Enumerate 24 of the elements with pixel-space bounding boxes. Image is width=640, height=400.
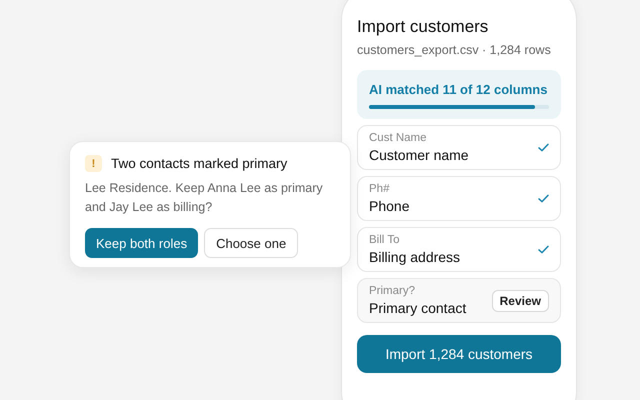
check-icon [538, 194, 549, 203]
review-button[interactable]: Review [492, 290, 549, 312]
choose-one-button[interactable]: Choose one [204, 228, 298, 258]
target-field: Primary contact [369, 300, 466, 316]
panel-title: Import customers [357, 17, 490, 37]
source-column: Bill To [369, 234, 460, 246]
target-field: Billing address [369, 249, 460, 265]
alert-title: Two contacts marked primary [111, 156, 288, 171]
source-column: Primary? [369, 285, 466, 297]
file-info: customers_export.csv · 1,284 rows [357, 43, 552, 57]
match-label: AI matched 11 of 12 columns [369, 82, 548, 97]
source-column: Cust Name [369, 132, 469, 144]
keep-both-button[interactable]: Keep both roles [85, 228, 198, 258]
mapping-row[interactable]: Cust Name Customer name [357, 125, 561, 170]
check-icon [538, 143, 549, 152]
warning-icon: ! [85, 155, 102, 172]
alert-message: Lee Residence. Keep Anna Lee as primary and Jay Lee as billing? [85, 180, 324, 216]
mapping-row[interactable]: Bill To Billing address [357, 227, 561, 272]
import-button[interactable]: Import 1,284 customers [357, 335, 561, 373]
check-icon [538, 245, 549, 254]
target-field: Customer name [369, 147, 469, 163]
source-column: Ph# [369, 183, 410, 195]
target-field: Phone [369, 198, 410, 214]
mapping-row[interactable]: Ph# Phone [357, 176, 561, 221]
